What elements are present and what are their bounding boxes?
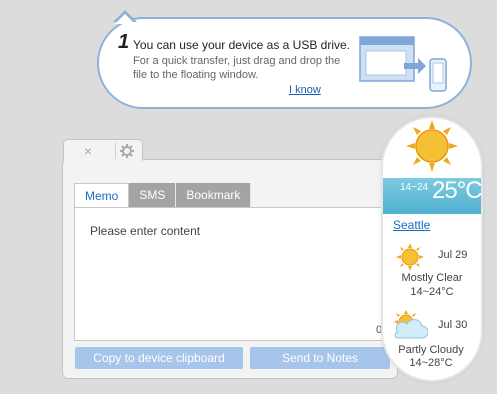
forecast-range-2: 14~28°C: [409, 357, 453, 369]
tab-sms[interactable]: SMS: [129, 183, 177, 207]
today-temp-range: 14~24: [400, 182, 429, 193]
current-temperature: 25°C: [432, 177, 483, 204]
tooltip-step-number: 1: [118, 31, 130, 53]
gear-icon[interactable]: [115, 143, 138, 159]
tooltip-body: For a quick transfer, just drag and drop…: [133, 55, 341, 81]
sun-icon: [406, 120, 458, 172]
tab-memo[interactable]: Memo: [74, 183, 130, 207]
tooltip-title: You can use your device as a USB drive.: [133, 38, 351, 52]
send-to-notes-button[interactable]: Send to Notes: [250, 347, 390, 369]
tooltip-tail-inner: [115, 14, 135, 24]
tab-bookmark[interactable]: Bookmark: [176, 183, 252, 207]
forecast-date-2: Jul 30: [438, 319, 468, 331]
tab-bar: Memo SMS Bookmark: [74, 183, 252, 207]
sun-icon: [396, 243, 424, 271]
editor-placeholder: Please enter content: [90, 224, 201, 238]
forecast-desc-2: Partly Cloudy: [398, 344, 464, 356]
usb-transfer-illustration: [359, 36, 447, 92]
partly-cloudy-icon: [394, 310, 428, 339]
forecast-range-1: 14~24°C: [410, 286, 454, 298]
city-link[interactable]: Seattle: [393, 218, 430, 232]
forecast-desc-1: Mostly Clear: [401, 272, 463, 284]
close-icon[interactable]: ×: [77, 143, 99, 159]
forecast-date-1: Jul 29: [438, 249, 468, 261]
copy-to-clipboard-button[interactable]: Copy to device clipboard: [75, 347, 243, 369]
i-know-link[interactable]: I know: [289, 84, 321, 96]
